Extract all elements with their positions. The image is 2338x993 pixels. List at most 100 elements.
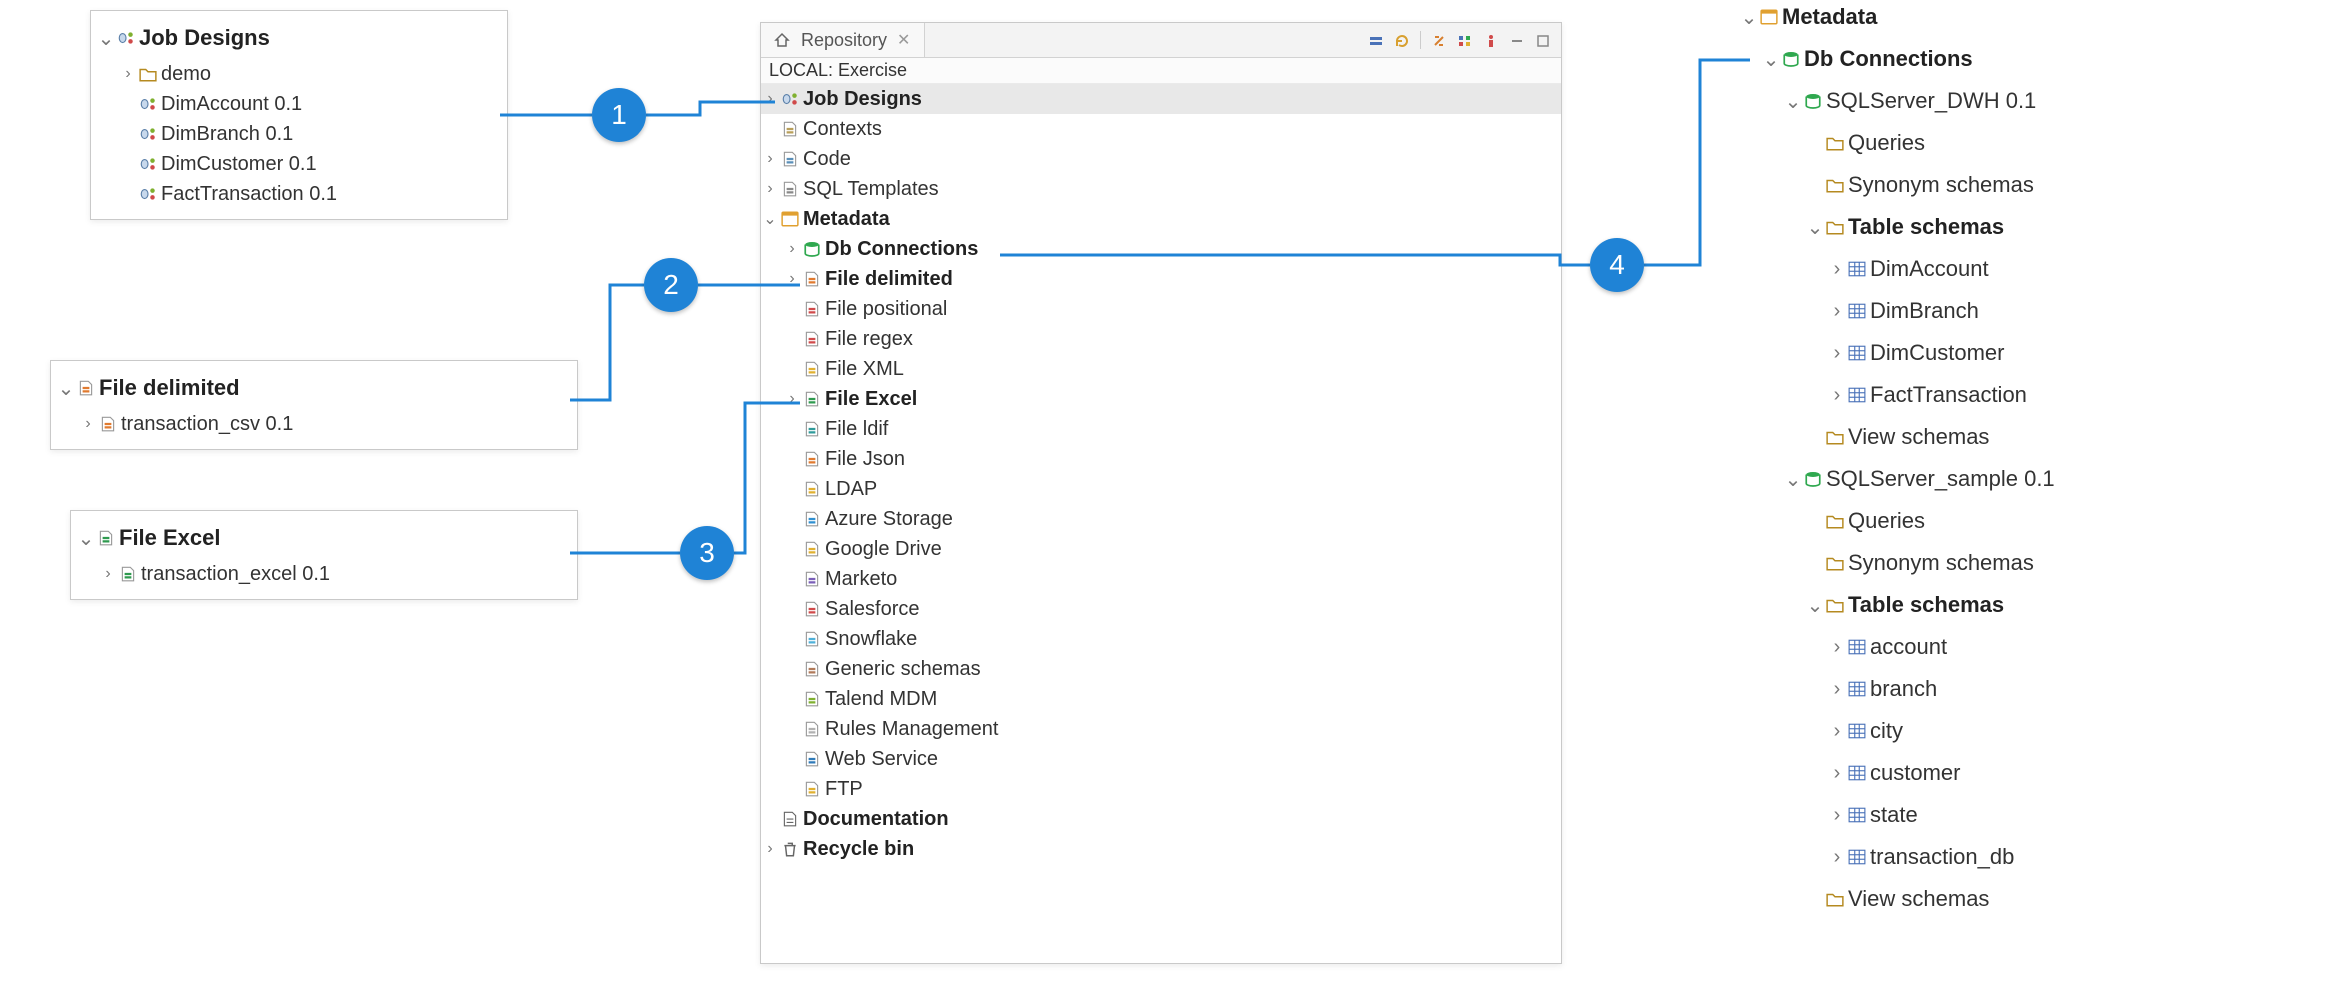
- tree-item-label: Db Connections: [1802, 46, 1973, 72]
- tree-item[interactable]: ›DimCustomer: [1740, 332, 2310, 374]
- tree-item[interactable]: ›FactTransaction: [1740, 374, 2310, 416]
- refresh-icon[interactable]: [1394, 32, 1410, 48]
- tree-item[interactable]: ›DimAccount: [1740, 248, 2310, 290]
- tree-item-label: transaction_db: [1868, 844, 2014, 870]
- tree-item[interactable]: ›File Excel: [761, 384, 1561, 414]
- tree-item[interactable]: ›account: [1740, 626, 2310, 668]
- expand-icon[interactable]: ›: [783, 390, 801, 408]
- tree-item[interactable]: File XML: [761, 354, 1561, 384]
- expand-icon[interactable]: ›: [1828, 846, 1846, 869]
- tree-item[interactable]: Queries: [1740, 500, 2310, 542]
- tree-item[interactable]: LDAP: [761, 474, 1561, 504]
- tree-item[interactable]: Talend MDM: [761, 684, 1561, 714]
- tree-item[interactable]: View schemas: [1740, 416, 2310, 458]
- expand-icon[interactable]: ›: [761, 840, 779, 858]
- tree-item[interactable]: ›demo: [97, 59, 497, 89]
- expand-icon[interactable]: ›: [79, 415, 97, 433]
- expand-icon[interactable]: ›: [99, 565, 117, 583]
- expand-icon[interactable]: ⌄: [1806, 215, 1824, 240]
- tree-item[interactable]: ›state: [1740, 794, 2310, 836]
- tree-item[interactable]: Synonym schemas: [1740, 164, 2310, 206]
- tree-item[interactable]: Web Service: [761, 744, 1561, 774]
- tree-item[interactable]: Google Drive: [761, 534, 1561, 564]
- tree-item[interactable]: File positional: [761, 294, 1561, 324]
- tree-item[interactable]: ⌄File delimited: [57, 367, 567, 409]
- expand-icon[interactable]: ›: [1828, 636, 1846, 659]
- maximize-icon[interactable]: [1535, 32, 1551, 48]
- expand-icon[interactable]: ›: [1828, 678, 1846, 701]
- expand-icon[interactable]: ›: [1828, 384, 1846, 407]
- expand-icon[interactable]: ›: [783, 240, 801, 258]
- expand-icon[interactable]: ›: [1828, 804, 1846, 827]
- metadata-expanded-tree: ⌄Metadata⌄Db Connections⌄SQLServer_DWH 0…: [1740, 0, 2310, 920]
- tree-item[interactable]: DimBranch 0.1: [97, 119, 497, 149]
- tree-item[interactable]: ⌄Table schemas: [1740, 584, 2310, 626]
- expand-icon[interactable]: ›: [1828, 720, 1846, 743]
- tree-item[interactable]: View schemas: [1740, 878, 2310, 920]
- expand-icon[interactable]: ›: [783, 270, 801, 288]
- expand-icon[interactable]: ›: [1828, 300, 1846, 323]
- tree-item[interactable]: ⌄ Db Connections: [1740, 38, 2310, 80]
- tree-item[interactable]: FTP: [761, 774, 1561, 804]
- tree-item[interactable]: ›File delimited: [761, 264, 1561, 294]
- tree-item[interactable]: Snowflake: [761, 624, 1561, 654]
- expand-icon[interactable]: ›: [1828, 762, 1846, 785]
- tree-item[interactable]: ›city: [1740, 710, 2310, 752]
- expand-icon[interactable]: ⌄: [57, 376, 75, 401]
- activate-icon[interactable]: [1483, 32, 1499, 48]
- tree-item[interactable]: Queries: [1740, 122, 2310, 164]
- tree-item[interactable]: Salesforce: [761, 594, 1561, 624]
- tree-item[interactable]: Documentation: [761, 804, 1561, 834]
- tree-item[interactable]: File ldif: [761, 414, 1561, 444]
- filter-icon[interactable]: [1457, 32, 1473, 48]
- tree-item[interactable]: ›Code: [761, 144, 1561, 174]
- close-icon[interactable]: ✕: [897, 30, 910, 50]
- tree-item[interactable]: ⌄Metadata: [1740, 0, 2310, 38]
- tree-item[interactable]: ›customer: [1740, 752, 2310, 794]
- expand-icon[interactable]: ⌄: [77, 526, 95, 551]
- tree-item[interactable]: Generic schemas: [761, 654, 1561, 684]
- tree-item[interactable]: Contexts: [761, 114, 1561, 144]
- expand-icon[interactable]: ›: [119, 65, 137, 83]
- collapse-icon[interactable]: [1368, 32, 1384, 48]
- expand-icon[interactable]: ›: [761, 90, 779, 108]
- tree-item[interactable]: ›branch: [1740, 668, 2310, 710]
- expand-icon[interactable]: ⌄: [1784, 89, 1802, 114]
- tree-item[interactable]: ⌄Job Designs: [97, 17, 497, 59]
- tree-item[interactable]: ›Recycle bin: [761, 834, 1561, 864]
- tree-item[interactable]: File regex: [761, 324, 1561, 354]
- tree-item[interactable]: › transaction_db: [1740, 836, 2310, 878]
- tree-item[interactable]: Synonym schemas: [1740, 542, 2310, 584]
- link-icon[interactable]: [1431, 32, 1447, 48]
- tree-item[interactable]: ›Db Connections: [761, 234, 1561, 264]
- tree-item[interactable]: ›DimBranch: [1740, 290, 2310, 332]
- tree-item[interactable]: ›transaction_excel 0.1: [77, 559, 567, 589]
- tree-item[interactable]: Azure Storage: [761, 504, 1561, 534]
- expand-icon[interactable]: ›: [761, 150, 779, 168]
- tree-item[interactable]: File Json: [761, 444, 1561, 474]
- tree-item[interactable]: DimAccount 0.1: [97, 89, 497, 119]
- tree-item[interactable]: ›transaction_csv 0.1: [57, 409, 567, 439]
- tree-item[interactable]: Marketo: [761, 564, 1561, 594]
- expand-icon[interactable]: ⌄: [761, 209, 779, 229]
- tree-item[interactable]: ›Job Designs: [761, 84, 1561, 114]
- minimize-icon[interactable]: [1509, 32, 1525, 48]
- tree-item[interactable]: ›SQL Templates: [761, 174, 1561, 204]
- expand-icon[interactable]: ⌄: [1784, 467, 1802, 492]
- expand-icon[interactable]: ⌄: [1740, 5, 1758, 30]
- tree-item[interactable]: DimCustomer 0.1: [97, 149, 497, 179]
- expand-icon[interactable]: ⌄: [1806, 593, 1824, 618]
- expand-icon[interactable]: ›: [1828, 258, 1846, 281]
- tree-item[interactable]: ⌄File Excel: [77, 517, 567, 559]
- expand-icon[interactable]: ⌄: [1762, 47, 1780, 72]
- tree-item[interactable]: Rules Management: [761, 714, 1561, 744]
- tree-item[interactable]: ⌄SQLServer_sample 0.1: [1740, 458, 2310, 500]
- tree-item[interactable]: ⌄SQLServer_DWH 0.1: [1740, 80, 2310, 122]
- expand-icon[interactable]: ›: [761, 180, 779, 198]
- repository-tab[interactable]: Repository ✕: [761, 23, 925, 57]
- tree-item[interactable]: ⌄Table schemas: [1740, 206, 2310, 248]
- expand-icon[interactable]: ⌄: [97, 26, 115, 51]
- tree-item[interactable]: FactTransaction 0.1: [97, 179, 497, 209]
- expand-icon[interactable]: ›: [1828, 342, 1846, 365]
- tree-item[interactable]: ⌄Metadata: [761, 204, 1561, 234]
